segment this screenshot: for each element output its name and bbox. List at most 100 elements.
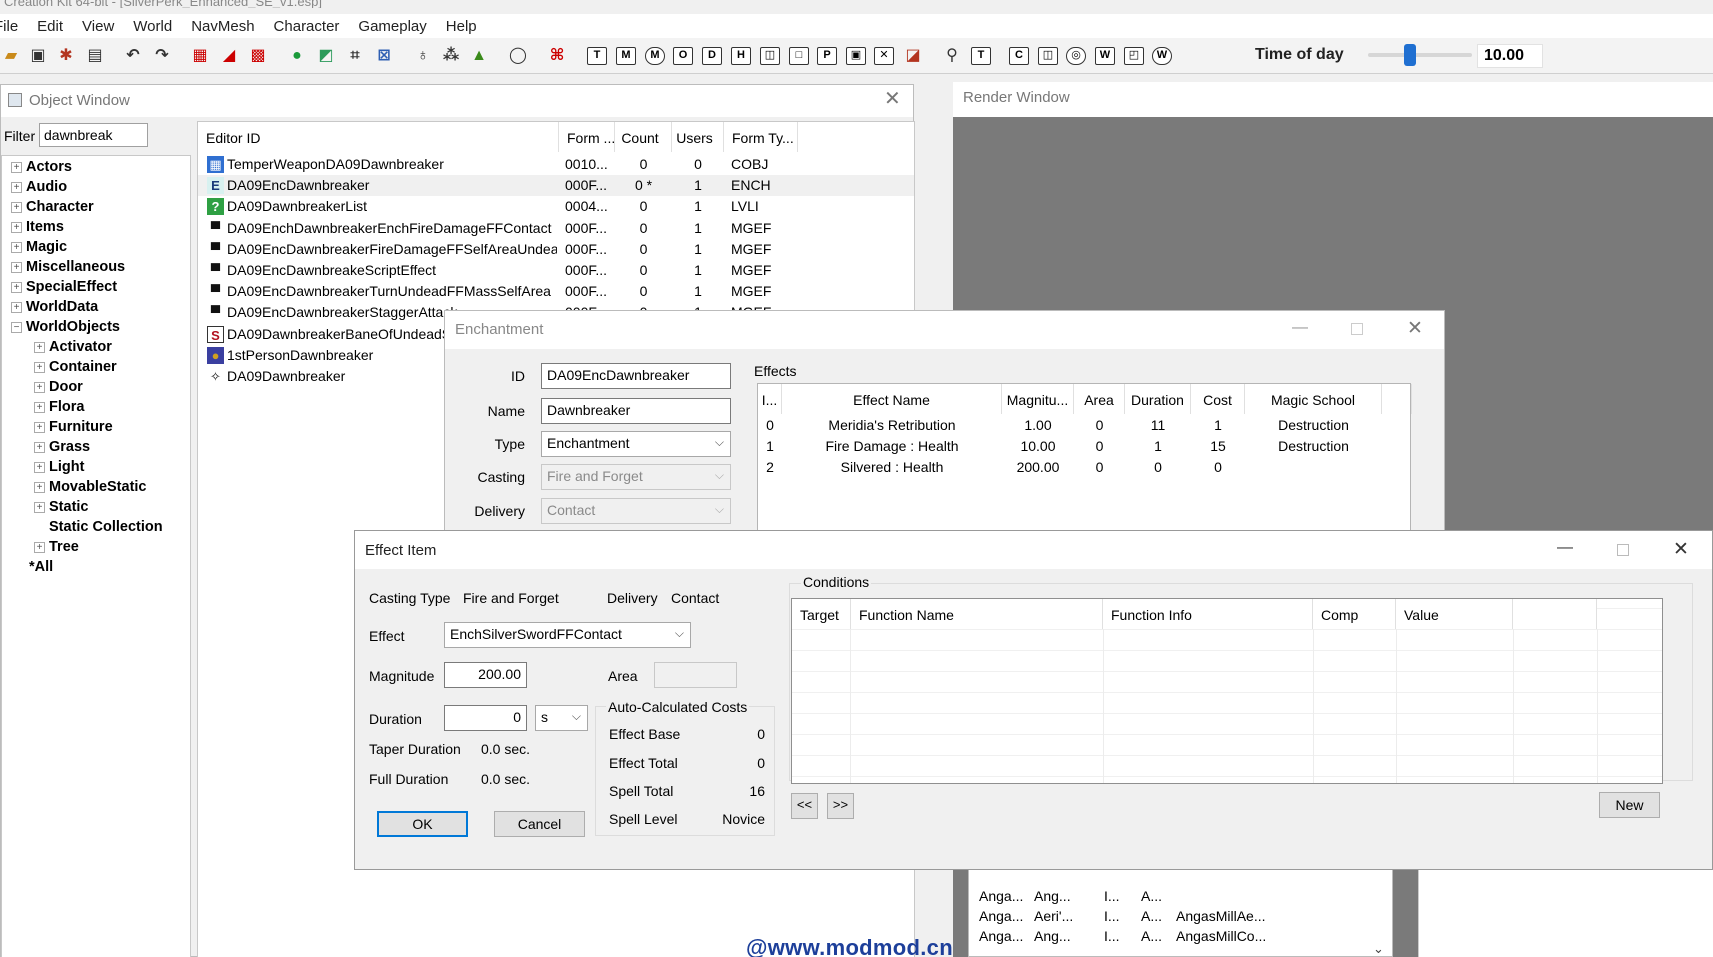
snap-grid-icon[interactable]: ▦	[190, 47, 210, 65]
menu-world[interactable]: World	[133, 18, 172, 35]
table-row[interactable]: ▀ DA09EncDawnbreakeScriptEffect 000F... 0 1 M…	[198, 260, 914, 281]
expand-icon[interactable]: +	[34, 362, 45, 373]
tree-node-light[interactable]: + Light	[34, 459, 84, 479]
minimize-icon[interactable]: —	[1292, 319, 1308, 337]
time-of-day-slider-thumb[interactable]	[1404, 44, 1416, 66]
category-tree[interactable]: + Actors + Audio + Character + Items + Magic + Misc…	[1, 155, 191, 957]
filter-input[interactable]: dawnbreak	[39, 123, 148, 147]
close-icon[interactable]: ✕	[1673, 538, 1689, 561]
toggle-d-icon[interactable]: D	[702, 47, 722, 65]
tree-node-audio[interactable]: + Audio	[11, 179, 67, 199]
tree-node-container[interactable]: + Container	[34, 359, 117, 379]
toggle-cross-icon[interactable]: ✕	[874, 47, 894, 65]
toggle-pointer-icon[interactable]: ⚲	[942, 47, 962, 65]
expand-icon[interactable]: +	[11, 262, 22, 273]
toggle-shapes-icon[interactable]: ◪	[903, 47, 923, 65]
lod-icon[interactable]: ⌗	[345, 47, 365, 65]
toggle-m-icon[interactable]: M	[616, 47, 636, 65]
column-magic-school[interactable]: Magic School	[1245, 384, 1382, 414]
effect-row[interactable]: 2 Silvered : Health 200.00 0 0 0	[758, 457, 1412, 478]
tree-node-magic[interactable]: + Magic	[11, 239, 67, 259]
column-editor-id[interactable]: Editor ID	[198, 122, 559, 152]
cancel-button[interactable]: Cancel	[494, 811, 585, 837]
menu-character[interactable]: Character	[274, 18, 340, 35]
table-row[interactable]: ▦ TemperWeaponDA09Dawnbreaker 0010... 0 0 COB…	[198, 154, 914, 175]
tree-node--all[interactable]: *All	[11, 559, 53, 579]
maximize-icon[interactable]	[1351, 323, 1363, 335]
toggle-square-icon[interactable]: □	[789, 47, 809, 65]
time-of-day-value[interactable]: 10.00	[1477, 44, 1543, 68]
column-cost[interactable]: Cost	[1191, 384, 1245, 414]
tree-node-specialeffect[interactable]: + SpecialEffect	[11, 279, 117, 299]
tree-node-static-collection[interactable]: Static Collection	[34, 519, 163, 539]
column-magnitude[interactable]: Magnitu...	[1002, 384, 1074, 414]
expand-icon[interactable]: +	[11, 202, 22, 213]
toggle-window-icon[interactable]: ◰	[1124, 47, 1144, 65]
light-icon[interactable]: ♁	[413, 47, 433, 65]
menu-edit[interactable]: Edit	[37, 18, 63, 35]
havok-icon[interactable]: ⌘	[547, 47, 567, 65]
dialogue-icon[interactable]: ◯	[508, 47, 528, 65]
menu-file[interactable]: File	[0, 18, 18, 35]
close-icon[interactable]: ✕	[1407, 317, 1423, 340]
expand-icon[interactable]: +	[34, 502, 45, 513]
column-function-name[interactable]: Function Name	[851, 599, 1103, 629]
toggle-c-icon[interactable]: C	[1009, 47, 1029, 65]
time-of-day-slider[interactable]	[1368, 44, 1472, 66]
duration-field[interactable]: 0	[444, 705, 527, 731]
expand-icon[interactable]: +	[34, 422, 45, 433]
expand-icon[interactable]: +	[11, 182, 22, 193]
expand-icon[interactable]: +	[34, 382, 45, 393]
toggle-target-icon[interactable]: ◎	[1066, 47, 1086, 65]
expand-icon[interactable]: +	[34, 462, 45, 473]
effects-list[interactable]: I... Effect Name Magnitu... Area Duration Cos…	[757, 383, 1412, 551]
delivery-select[interactable]: Contact ⌵	[541, 498, 731, 524]
tree-node-actors[interactable]: + Actors	[11, 159, 72, 179]
toggle-p-icon[interactable]: P	[817, 47, 837, 65]
tree-node-flora[interactable]: + Flora	[34, 399, 84, 419]
toggle-w-circle-icon[interactable]: W	[1152, 47, 1172, 65]
id-field[interactable]: DA09EncDawnbreaker	[541, 363, 731, 389]
type-select[interactable]: Enchantment ⌵	[541, 431, 731, 457]
preferences-icon[interactable]: ▤	[85, 47, 105, 65]
tree-node-tree[interactable]: + Tree	[34, 539, 79, 559]
tree-node-movablestatic[interactable]: + MovableStatic	[34, 479, 147, 499]
tree-node-worldobjects[interactable]: − WorldObjects	[11, 319, 120, 339]
column-value[interactable]: Value	[1396, 599, 1513, 629]
close-icon[interactable]: ✕	[884, 89, 901, 109]
tree-node-items[interactable]: + Items	[11, 219, 64, 239]
toggle-cube-icon[interactable]: ◫	[760, 47, 780, 65]
column-target[interactable]: Target	[792, 599, 851, 629]
menu-navmesh[interactable]: NavMesh	[191, 18, 254, 35]
table-row[interactable]: ? DA09DawnbreakerList 0004... 0 1 LVLI	[198, 196, 914, 217]
expand-icon[interactable]: +	[11, 302, 22, 313]
toggle-cube2-icon[interactable]: ◫	[1038, 47, 1058, 65]
ok-button[interactable]: OK	[377, 811, 468, 837]
scroll-down-icon[interactable]: ⌄	[1373, 941, 1384, 957]
toggle-o-icon[interactable]: O	[673, 47, 693, 65]
maximize-icon[interactable]	[1617, 544, 1629, 556]
snap-reference-icon[interactable]: ▩	[248, 47, 268, 65]
expand-icon[interactable]: +	[34, 482, 45, 493]
tree-node-worlddata[interactable]: + WorldData	[11, 299, 98, 319]
menu-view[interactable]: View	[82, 18, 114, 35]
table-row[interactable]: E DA09EncDawnbreaker 000F... 0 * 1 ENCH	[198, 175, 914, 197]
column-users[interactable]: Users	[672, 122, 724, 152]
next-button[interactable]: >>	[827, 793, 854, 819]
sky-icon[interactable]: ●	[287, 47, 307, 65]
expand-icon[interactable]: +	[11, 162, 22, 173]
open-icon[interactable]: ▰	[1, 47, 21, 65]
area-field[interactable]	[654, 662, 737, 688]
cell-object-list[interactable]: Anga... Ang... I... A... Anga... Aeri'... I...…	[968, 860, 1393, 957]
column-index[interactable]: I...	[758, 384, 782, 414]
column-comp[interactable]: Comp	[1313, 599, 1396, 629]
landscape-icon[interactable]: ◩	[316, 47, 336, 65]
previous-button[interactable]: <<	[791, 793, 818, 819]
effect-row[interactable]: 0 Meridia's Retribution 1.00 0 11 1 Destructio…	[758, 415, 1412, 436]
effect-row[interactable]: 1 Fire Damage : Health 10.00 0 1 15 Destructio…	[758, 436, 1412, 457]
tree-node-grass[interactable]: + Grass	[34, 439, 90, 459]
expand-icon[interactable]: +	[34, 402, 45, 413]
effect-select[interactable]: EnchSilverSwordFFContact ⌵	[444, 622, 691, 648]
redo-icon[interactable]: ↷	[152, 47, 172, 65]
magnitude-field[interactable]: 200.00	[444, 662, 527, 688]
